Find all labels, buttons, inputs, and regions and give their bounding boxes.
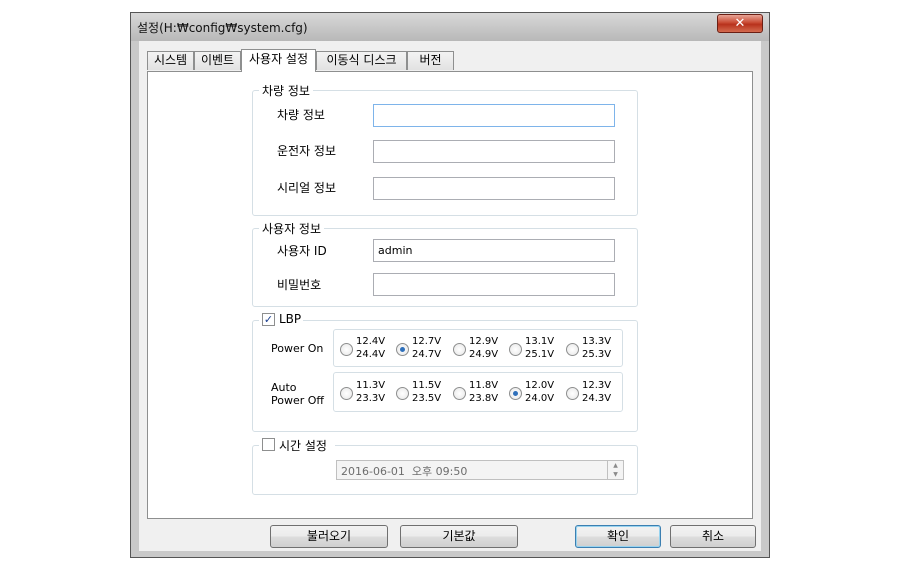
- power-on-option-5-bottom: 25.3V: [582, 349, 612, 360]
- power-on-option-3-top: 12.9V: [469, 336, 499, 347]
- load-button[interactable]: 불러오기: [270, 525, 388, 548]
- auto-power-off-options: 11.3V 23.3V 11.5V 23.5V 11.8V 23.8V 12.0…: [333, 372, 623, 412]
- user-info-group: 사용자 정보 사용자 ID 비밀번호: [252, 220, 638, 307]
- serial-info-input[interactable]: [373, 177, 615, 200]
- settings-dialog: 설정(H:₩config₩system.cfg) ✕ 시스템 이벤트 사용자 설…: [130, 12, 770, 558]
- driver-info-label: 운전자 정보: [277, 144, 337, 158]
- user-settings-page: 차량 정보 차량 정보 운전자 정보 시리얼 정보 사용자 정보 사용자 ID …: [147, 71, 753, 519]
- password-label: 비밀번호: [277, 278, 322, 292]
- auto-off-option-3-bottom: 23.8V: [469, 393, 499, 404]
- dialog-client-area: 시스템 이벤트 사용자 설정 이동식 디스크 버전 차량 정보 차량 정보 운전…: [139, 41, 761, 551]
- datetime-value: 2016-06-01 오후 09:50: [341, 465, 468, 478]
- auto-off-radio-3[interactable]: [453, 387, 466, 400]
- power-on-label: Power On: [271, 342, 324, 355]
- user-id-input[interactable]: [373, 239, 615, 262]
- lbp-group: ✓ LBP Power On 12.4V 24.4V 12.7V 24.7V 1…: [252, 312, 638, 432]
- password-input[interactable]: [373, 273, 615, 296]
- power-on-radio-2[interactable]: [396, 343, 409, 356]
- power-on-option-1-top: 12.4V: [356, 336, 386, 347]
- time-setting-label: 시간 설정: [279, 439, 327, 453]
- close-icon: ✕: [734, 16, 746, 31]
- auto-off-option-3-top: 11.8V: [469, 380, 499, 391]
- user-id-label: 사용자 ID: [277, 244, 327, 258]
- lbp-label: LBP: [279, 312, 302, 326]
- auto-power-off-label-1: Auto: [271, 381, 297, 394]
- lbp-header: ✓ LBP: [259, 312, 303, 328]
- window-title: 설정(H:₩config₩system.cfg): [137, 21, 308, 35]
- tab-version[interactable]: 버전: [407, 51, 454, 70]
- auto-off-option-2-top: 11.5V: [412, 380, 442, 391]
- power-on-radio-1[interactable]: [340, 343, 353, 356]
- vehicle-info-title: 차량 정보: [259, 82, 313, 99]
- auto-off-radio-5[interactable]: [566, 387, 579, 400]
- power-on-radio-4[interactable]: [509, 343, 522, 356]
- auto-off-option-2-bottom: 23.5V: [412, 393, 442, 404]
- serial-info-label: 시리얼 정보: [277, 181, 337, 195]
- power-on-radio-3[interactable]: [453, 343, 466, 356]
- auto-off-option-1-top: 11.3V: [356, 380, 386, 391]
- tab-removable-disk[interactable]: 이동식 디스크: [316, 51, 407, 70]
- title-bar[interactable]: 설정(H:₩config₩system.cfg) ✕: [131, 13, 769, 41]
- spin-up-icon[interactable]: ▲: [608, 461, 623, 470]
- auto-off-radio-2[interactable]: [396, 387, 409, 400]
- auto-off-option-5-top: 12.3V: [582, 380, 612, 391]
- power-on-options: 12.4V 24.4V 12.7V 24.7V 12.9V 24.9V 13.1…: [333, 329, 623, 367]
- tab-user-settings[interactable]: 사용자 설정: [241, 49, 316, 72]
- auto-off-option-1-bottom: 23.3V: [356, 393, 386, 404]
- power-on-radio-5[interactable]: [566, 343, 579, 356]
- user-info-title: 사용자 정보: [259, 220, 325, 237]
- ok-button[interactable]: 확인: [575, 525, 661, 548]
- datetime-spinner[interactable]: ▲ ▼: [607, 461, 623, 479]
- power-on-option-3-bottom: 24.9V: [469, 349, 499, 360]
- vehicle-info-label: 차량 정보: [277, 108, 325, 122]
- cancel-button[interactable]: 취소: [670, 525, 756, 548]
- close-button[interactable]: ✕: [717, 14, 763, 33]
- time-setting-group: 시간 설정 2016-06-01 오후 09:50 ▲ ▼: [252, 437, 638, 495]
- power-on-option-4-top: 13.1V: [525, 336, 555, 347]
- time-setting-checkbox[interactable]: [262, 438, 275, 451]
- tab-event[interactable]: 이벤트: [194, 51, 241, 70]
- auto-power-off-label-2: Power Off: [271, 394, 324, 407]
- vehicle-info-input[interactable]: [373, 104, 615, 127]
- default-button[interactable]: 기본값: [400, 525, 518, 548]
- auto-off-option-4-top: 12.0V: [525, 380, 555, 391]
- power-on-option-1-bottom: 24.4V: [356, 349, 386, 360]
- auto-off-radio-4[interactable]: [509, 387, 522, 400]
- lbp-checkbox[interactable]: ✓: [262, 313, 275, 326]
- auto-off-radio-1[interactable]: [340, 387, 353, 400]
- check-icon: ✓: [263, 313, 274, 326]
- time-setting-header: 시간 설정: [259, 437, 335, 453]
- power-on-option-2-bottom: 24.7V: [412, 349, 442, 360]
- auto-off-option-5-bottom: 24.3V: [582, 393, 612, 404]
- driver-info-input[interactable]: [373, 140, 615, 163]
- datetime-picker[interactable]: 2016-06-01 오후 09:50 ▲ ▼: [336, 460, 624, 480]
- power-on-option-2-top: 12.7V: [412, 336, 442, 347]
- power-on-option-5-top: 13.3V: [582, 336, 612, 347]
- auto-off-option-4-bottom: 24.0V: [525, 393, 555, 404]
- vehicle-info-group: 차량 정보 차량 정보 운전자 정보 시리얼 정보: [252, 82, 638, 216]
- tab-system[interactable]: 시스템: [147, 51, 194, 70]
- spin-down-icon[interactable]: ▼: [608, 470, 623, 479]
- power-on-option-4-bottom: 25.1V: [525, 349, 555, 360]
